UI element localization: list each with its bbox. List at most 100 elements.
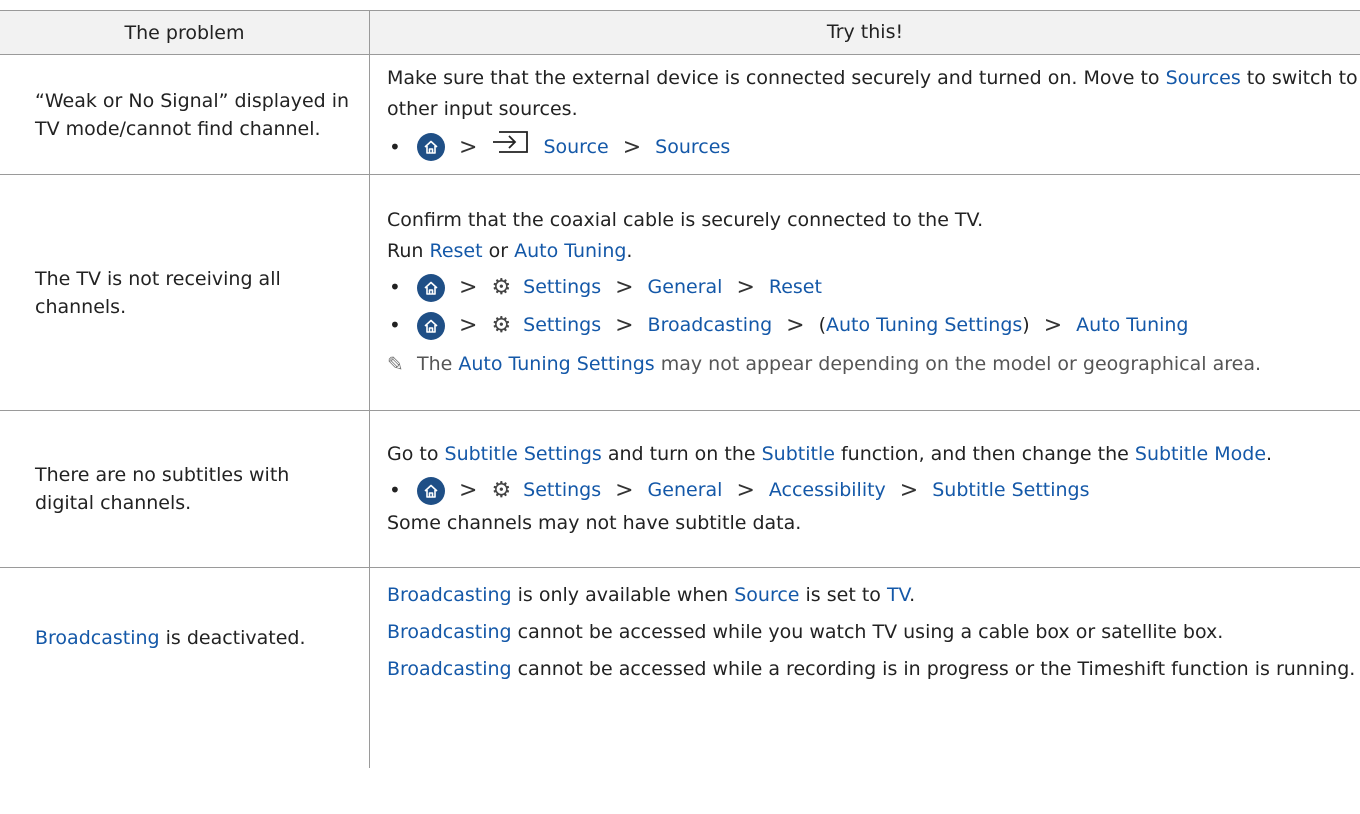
gear-icon: ⚙ bbox=[491, 478, 512, 503]
text: and turn on the bbox=[601, 443, 762, 465]
chevron-right-icon: > bbox=[459, 275, 478, 300]
chevron-right-icon: > bbox=[899, 478, 919, 503]
chevron-right-icon: > bbox=[615, 478, 634, 503]
text: may not appear depending on the model or… bbox=[654, 353, 1261, 375]
solution-cell: Broadcasting is only available when Sour… bbox=[370, 568, 1360, 768]
menu-subtitle-settings[interactable]: Subtitle Settings bbox=[932, 475, 1089, 506]
solution-text: Go to Subtitle Settings and turn on the … bbox=[387, 439, 1360, 470]
menu-auto-tuning[interactable]: Auto Tuning bbox=[1076, 310, 1188, 341]
table-row: Broadcasting is deactivated. Broadcastin… bbox=[0, 568, 1360, 768]
troubleshooting-table: The problem Try this! “Weak or No Signal… bbox=[0, 10, 1360, 768]
problem-text: The TV is not receiving all channels. bbox=[35, 267, 281, 318]
auto-tuning-link[interactable]: Auto Tuning bbox=[514, 240, 626, 262]
chevron-right-icon: > bbox=[622, 134, 642, 160]
broadcasting-link[interactable]: Broadcasting bbox=[387, 584, 512, 606]
chevron-right-icon: > bbox=[786, 313, 805, 338]
menu-broadcasting[interactable]: Broadcasting bbox=[648, 310, 773, 341]
note: ✎ The Auto Tuning Settings may not appea… bbox=[387, 349, 1360, 380]
menu-general[interactable]: General bbox=[648, 475, 723, 506]
text: or bbox=[482, 240, 515, 262]
text: Run bbox=[387, 240, 430, 262]
bullet: • bbox=[389, 275, 401, 299]
problem-text: “Weak or No Signal” displayed in TV mode… bbox=[35, 89, 350, 140]
home-icon[interactable] bbox=[417, 273, 445, 302]
chevron-right-icon: > bbox=[459, 478, 478, 503]
menu-path: • > Source > Sources bbox=[387, 130, 1360, 164]
problem-cell: Broadcasting is deactivated. bbox=[0, 568, 370, 768]
home-icon[interactable] bbox=[417, 133, 445, 161]
bullet: • bbox=[389, 313, 401, 337]
menu-settings[interactable]: Settings bbox=[523, 310, 601, 341]
auto-tuning-settings-link[interactable]: Auto Tuning Settings bbox=[458, 353, 654, 375]
reset-link[interactable]: Reset bbox=[429, 240, 482, 262]
chevron-right-icon: > bbox=[736, 275, 755, 300]
subtitle-link[interactable]: Subtitle bbox=[762, 443, 835, 465]
text: cannot be accessed while you watch TV us… bbox=[511, 621, 1224, 643]
text: . bbox=[909, 584, 916, 606]
subtitle-settings-link[interactable]: Subtitle Settings bbox=[445, 443, 602, 465]
solution-cell: Make sure that the external device is co… bbox=[370, 55, 1360, 174]
text: Go to bbox=[387, 443, 445, 465]
table-row: The TV is not receiving all channels. Co… bbox=[0, 175, 1360, 411]
solution-text: Broadcasting cannot be accessed while yo… bbox=[387, 617, 1360, 648]
bullet: • bbox=[389, 478, 401, 502]
menu-general[interactable]: General bbox=[648, 272, 723, 303]
bullet: • bbox=[389, 134, 401, 159]
broadcasting-link[interactable]: Broadcasting bbox=[387, 658, 512, 680]
source-input-icon bbox=[491, 130, 529, 164]
text: . bbox=[1266, 443, 1273, 465]
problem-cell: There are no subtitles with digital chan… bbox=[0, 411, 370, 567]
menu-settings[interactable]: Settings bbox=[523, 475, 601, 506]
broadcasting-link[interactable]: Broadcasting bbox=[35, 627, 160, 649]
text: ) bbox=[1022, 314, 1030, 336]
menu-optional: (Auto Tuning Settings) bbox=[819, 310, 1030, 341]
solution-text: Confirm that the coaxial cable is secure… bbox=[387, 209, 984, 231]
chevron-right-icon: > bbox=[736, 478, 755, 503]
problem-cell: “Weak or No Signal” displayed in TV mode… bbox=[0, 55, 370, 174]
header-problem: The problem bbox=[0, 11, 370, 54]
problem-text: There are no subtitles with digital chan… bbox=[35, 464, 290, 514]
subtitle-mode-link[interactable]: Subtitle Mode bbox=[1135, 443, 1266, 465]
text: . bbox=[626, 240, 633, 262]
text: is deactivated. bbox=[159, 627, 306, 649]
gear-icon: ⚙ bbox=[491, 313, 512, 338]
text: Make sure that the external device is co… bbox=[387, 67, 1166, 89]
text: cannot be accessed while a recording is … bbox=[511, 658, 1356, 680]
table-header-row: The problem Try this! bbox=[0, 10, 1360, 55]
solution-text: Broadcasting is only available when Sour… bbox=[387, 580, 1360, 611]
text: The bbox=[417, 353, 459, 375]
table-row: There are no subtitles with digital chan… bbox=[0, 411, 1360, 568]
header-try-this: Try this! bbox=[826, 21, 904, 43]
home-icon[interactable] bbox=[417, 476, 445, 505]
chevron-right-icon: > bbox=[459, 313, 478, 338]
note-text: The Auto Tuning Settings may not appear … bbox=[417, 349, 1261, 380]
menu-sources[interactable]: Sources bbox=[655, 132, 730, 163]
solution-text: Make sure that the external device is co… bbox=[387, 63, 1360, 125]
text: ( bbox=[818, 314, 826, 336]
sources-link[interactable]: Sources bbox=[1166, 67, 1241, 89]
menu-reset[interactable]: Reset bbox=[769, 272, 822, 303]
solution-cell: Go to Subtitle Settings and turn on the … bbox=[370, 411, 1360, 567]
menu-accessibility[interactable]: Accessibility bbox=[769, 475, 886, 506]
menu-auto-tuning-settings[interactable]: Auto Tuning Settings bbox=[826, 314, 1022, 336]
menu-path: • > ⚙ Settings > General > Accessibility… bbox=[387, 475, 1360, 506]
menu-settings[interactable]: Settings bbox=[523, 272, 601, 303]
home-icon[interactable] bbox=[417, 311, 445, 340]
text: is set to bbox=[799, 584, 887, 606]
chevron-right-icon: > bbox=[459, 134, 478, 160]
menu-source[interactable]: Source bbox=[543, 132, 608, 163]
solution-text: Some channels may not have subtitle data… bbox=[387, 512, 802, 534]
table-row: “Weak or No Signal” displayed in TV mode… bbox=[0, 55, 1360, 175]
solution-text: Broadcasting cannot be accessed while a … bbox=[387, 654, 1360, 685]
source-link[interactable]: Source bbox=[734, 584, 799, 606]
tv-link[interactable]: TV bbox=[887, 584, 909, 606]
chevron-right-icon: > bbox=[615, 275, 634, 300]
gear-icon: ⚙ bbox=[491, 275, 512, 300]
menu-path: • > ⚙ Settings > Broadcasting > (Auto Tu… bbox=[387, 310, 1360, 341]
solution-cell: Confirm that the coaxial cable is secure… bbox=[370, 175, 1360, 410]
problem-text: Broadcasting is deactivated. bbox=[35, 624, 306, 652]
menu-path: • > ⚙ Settings > General > Reset bbox=[387, 272, 1360, 303]
broadcasting-link[interactable]: Broadcasting bbox=[387, 621, 512, 643]
problem-cell: The TV is not receiving all channels. bbox=[0, 175, 370, 410]
chevron-right-icon: > bbox=[615, 313, 634, 338]
